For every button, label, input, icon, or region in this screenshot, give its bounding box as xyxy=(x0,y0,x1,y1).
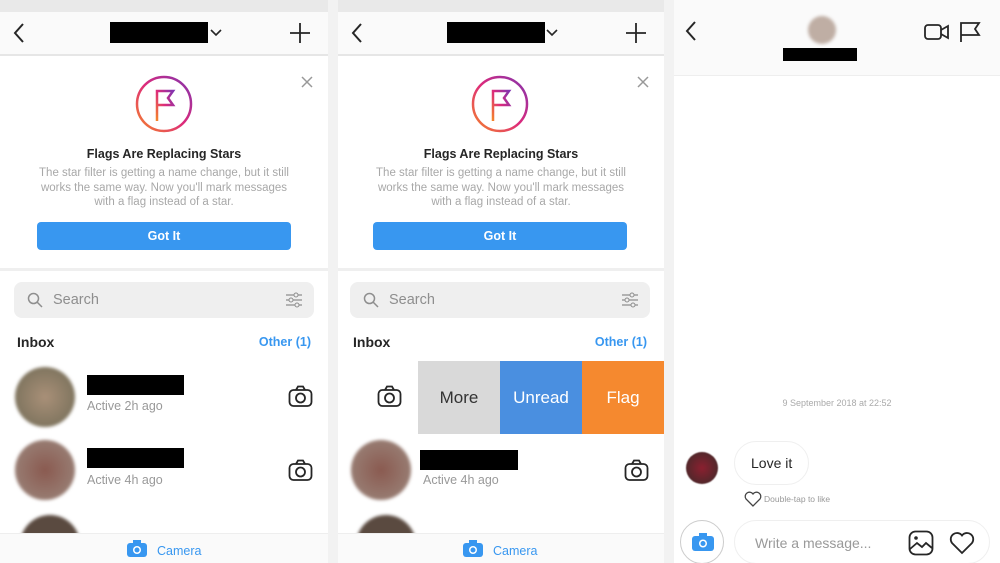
sender-avatar[interactable] xyxy=(686,452,718,484)
flag-icon[interactable] xyxy=(959,21,981,43)
video-call-icon[interactable] xyxy=(924,22,950,42)
inbox-label: Inbox xyxy=(353,334,391,350)
double-tap-hint: Double-tap to like xyxy=(764,494,831,504)
avatar xyxy=(351,440,411,500)
account-name-redacted[interactable] xyxy=(447,22,545,43)
banner-title: Flags Are Replacing Stars xyxy=(86,147,242,161)
camera-icon xyxy=(463,540,483,557)
got-it-button[interactable]: Got It xyxy=(373,222,627,250)
camera-button[interactable] xyxy=(680,520,724,563)
inbox-label: Inbox xyxy=(17,334,55,350)
heart-icon[interactable] xyxy=(744,491,762,507)
camera-label: Camera xyxy=(493,544,538,558)
active-status: Active 4h ago xyxy=(87,473,163,487)
avatar xyxy=(15,367,75,427)
search-icon xyxy=(27,292,43,308)
search-placeholder: Search xyxy=(53,292,99,308)
chat-panel: 9 September 2018 at 22:52 Love it Double… xyxy=(674,0,1000,563)
chevron-down-icon[interactable] xyxy=(545,28,559,37)
flag-action-button[interactable]: Flag xyxy=(582,361,664,434)
username-redacted xyxy=(87,375,184,395)
message-input[interactable]: Write a message... xyxy=(734,520,990,563)
camera-icon xyxy=(692,533,714,551)
search-icon xyxy=(363,292,379,308)
got-it-button[interactable]: Got It xyxy=(37,222,291,250)
gallery-icon[interactable] xyxy=(908,530,934,556)
back-icon[interactable] xyxy=(350,22,364,44)
back-icon[interactable] xyxy=(12,22,26,44)
inbox-swiped-panel: Flags Are Replacing Stars The star filte… xyxy=(338,0,664,563)
camera-icon[interactable] xyxy=(288,385,313,408)
camera-bar[interactable]: Camera xyxy=(338,533,664,563)
header xyxy=(338,12,664,56)
username-redacted xyxy=(420,450,518,470)
camera-icon[interactable] xyxy=(377,385,402,408)
chevron-down-icon[interactable] xyxy=(209,28,223,37)
camera-label: Camera xyxy=(157,544,202,558)
active-status: Active 4h ago xyxy=(423,473,499,487)
divider xyxy=(0,268,328,271)
message-timestamp: 9 September 2018 at 22:52 xyxy=(782,398,892,408)
username-redacted xyxy=(87,448,184,468)
plus-icon[interactable] xyxy=(289,22,311,44)
close-icon[interactable] xyxy=(301,76,313,88)
divider xyxy=(338,268,664,271)
inbox-panel: Flags Are Replacing Stars The star filte… xyxy=(0,0,328,563)
close-icon[interactable] xyxy=(637,76,649,88)
banner-title: Flags Are Replacing Stars xyxy=(423,147,579,161)
contact-name-redacted[interactable] xyxy=(783,48,857,61)
header xyxy=(0,12,328,56)
filter-icon[interactable] xyxy=(285,292,303,308)
chat-header xyxy=(674,0,1000,76)
search-input[interactable]: Search xyxy=(14,282,314,318)
heart-icon[interactable] xyxy=(949,531,975,555)
other-requests-link[interactable]: Other (1) xyxy=(595,335,647,349)
message-bubble[interactable]: Love it xyxy=(734,441,810,485)
camera-bar[interactable]: Camera xyxy=(0,533,328,563)
contact-avatar[interactable] xyxy=(808,16,836,44)
avatar xyxy=(15,440,75,500)
message-placeholder: Write a message... xyxy=(755,535,872,551)
search-placeholder: Search xyxy=(389,292,435,308)
flag-logo-icon xyxy=(135,75,193,133)
banner-body: The star filter is getting a name change… xyxy=(376,167,626,208)
other-requests-link[interactable]: Other (1) xyxy=(259,335,311,349)
banner-body: The star filter is getting a name change… xyxy=(39,167,289,208)
flag-logo-icon xyxy=(471,75,529,133)
more-action-button[interactable]: More xyxy=(418,361,500,434)
unread-action-button[interactable]: Unread xyxy=(500,361,582,434)
camera-icon[interactable] xyxy=(624,459,649,482)
plus-icon[interactable] xyxy=(625,22,647,44)
filter-icon[interactable] xyxy=(621,292,639,308)
account-name-redacted[interactable] xyxy=(110,22,208,43)
active-status: Active 2h ago xyxy=(87,399,163,413)
search-input[interactable]: Search xyxy=(350,282,650,318)
camera-icon[interactable] xyxy=(288,459,313,482)
back-icon[interactable] xyxy=(684,20,698,42)
camera-icon xyxy=(127,540,147,557)
